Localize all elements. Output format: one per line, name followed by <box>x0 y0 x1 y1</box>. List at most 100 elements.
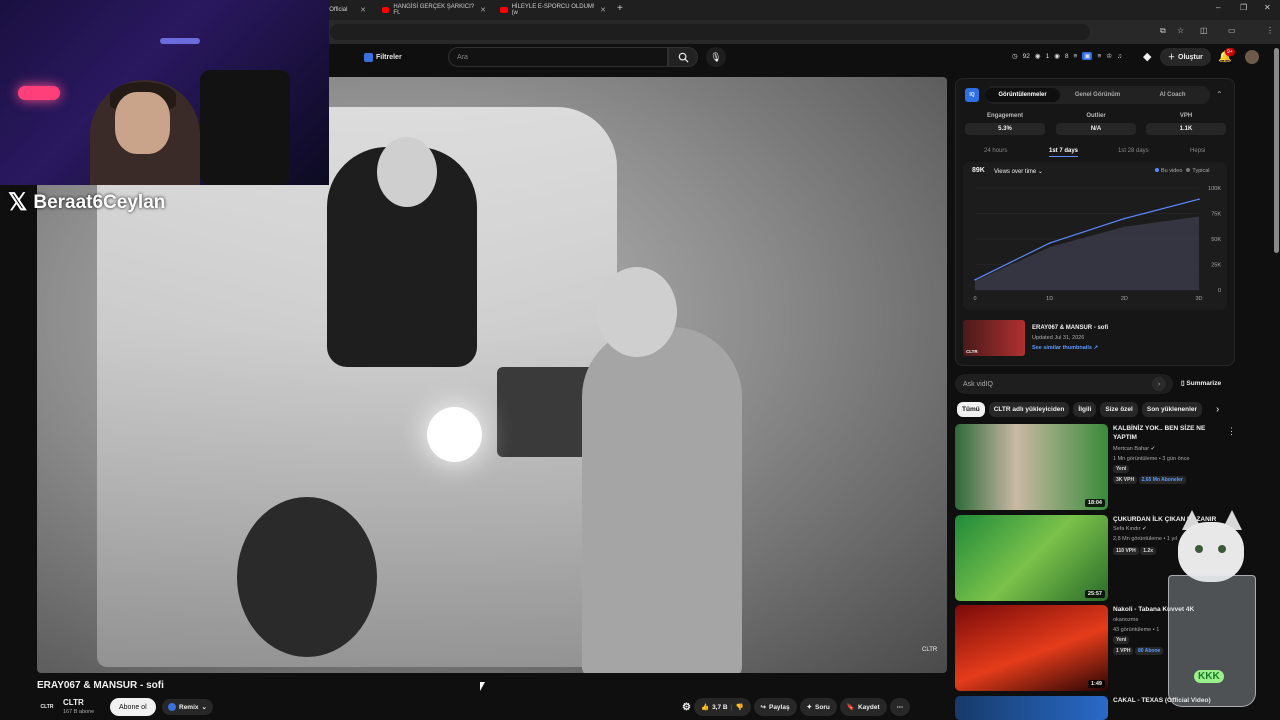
collapse-icon[interactable]: ⌃ <box>1216 90 1223 99</box>
filters-button[interactable]: Filtreler <box>364 50 402 64</box>
search-button[interactable] <box>668 47 698 67</box>
extensions-icon[interactable]: ◫ <box>1200 26 1208 35</box>
series-point <box>1198 198 1200 201</box>
person-head <box>597 267 677 357</box>
video-thumbnail-mini[interactable]: CLTR <box>963 320 1025 356</box>
like-button[interactable]: 👍 3,7 B | 👎 <box>693 698 751 716</box>
suggestion-thumbnail[interactable] <box>955 696 1108 720</box>
streamer-face <box>115 92 170 154</box>
maximize-button[interactable]: ❐ <box>1240 3 1247 12</box>
timer-icon: ◷ <box>1012 53 1018 60</box>
ask-vidiq-input[interactable]: Ask vidIQ <box>955 374 1173 394</box>
send-icon[interactable]: › <box>1152 377 1166 391</box>
legend-label: Bu video <box>1161 168 1183 174</box>
suggestion-meta: 2,8 Mn görüntüleme • 1 yıl <box>1113 536 1177 542</box>
channel-logo[interactable]: CLTR <box>37 700 57 714</box>
scrollbar[interactable] <box>1274 48 1279 253</box>
new-badge: Yeni <box>1113 465 1130 473</box>
vidiq-stats[interactable]: ◷ 92 ◉ 1 ◉ 8 ≡ ▣ ≡ ♔ ♫ <box>1012 52 1122 60</box>
browser-tab[interactable]: HANGİSİ GERÇEK ŞARKICI? Ft. ✕ <box>376 2 492 18</box>
close-window-button[interactable]: ✕ <box>1264 3 1271 12</box>
tab-ai-coach[interactable]: AI Coach <box>1135 92 1210 98</box>
gem-icon[interactable]: ◆ <box>1143 50 1151 63</box>
close-icon[interactable]: ✕ <box>600 6 606 14</box>
external-link-icon: ↗ <box>1093 345 1099 351</box>
filter-lines-icon[interactable]: ≡ <box>1097 53 1101 60</box>
range-7d[interactable]: 1st 7 days <box>1049 148 1079 157</box>
tab-overview[interactable]: Genel Görünüm <box>1060 92 1135 98</box>
new-tab-button[interactable]: + <box>617 3 623 14</box>
chip-all[interactable]: Tümü <box>957 402 985 417</box>
series-area-typical <box>975 216 1199 290</box>
bell-small-icon[interactable]: ♫ <box>1117 53 1122 60</box>
list-icon[interactable]: ≡ <box>1074 53 1078 60</box>
chip-related[interactable]: İlgili <box>1073 402 1097 417</box>
suggestion-channel[interactable]: Mertcan Bahar ✔ <box>1113 446 1155 452</box>
trophy-icon[interactable]: ♔ <box>1106 52 1112 60</box>
install-icon[interactable]: ⧉ <box>1160 26 1166 36</box>
stat-value: 1 <box>1045 52 1050 60</box>
similar-link-label: See similar thumbnails <box>1032 345 1092 351</box>
close-icon[interactable]: ✕ <box>360 6 366 14</box>
subscribe-button[interactable]: Abone ol <box>110 698 156 716</box>
similar-thumbnails-link[interactable]: See similar thumbnails ↗ <box>1032 345 1098 351</box>
range-all[interactable]: Hepsi <box>1190 148 1205 154</box>
vidiq-action-icon[interactable]: ⚙ <box>682 702 691 713</box>
share-button[interactable]: ↪ Paylaş <box>753 698 797 716</box>
suggestion-thumbnail[interactable]: 18:04 <box>955 424 1108 510</box>
book-icon: ▯ <box>1181 380 1185 387</box>
chart-dropdown[interactable]: Views over time ⌄ <box>994 168 1043 175</box>
suggestion-tags: 1 VPH 80 Abone <box>1113 647 1164 655</box>
gaming-chair <box>200 70 290 185</box>
metric-value: N/A <box>1056 123 1136 135</box>
chevron-right-icon[interactable]: › <box>1216 404 1219 415</box>
suggestion-channel[interactable]: okanozme <box>1113 617 1138 623</box>
x-logo-icon: 𝕏 <box>8 189 28 216</box>
vidiq-video-title: ERAY067 & MANSUR - sofi <box>1032 325 1109 331</box>
save-label: Kaydet <box>857 703 880 711</box>
thumbs-down-icon[interactable]: 👎 <box>735 703 743 711</box>
verified-icon: ✔ <box>1142 526 1147 532</box>
menu-dots-icon[interactable]: ⋮ <box>1266 26 1274 35</box>
avatar[interactable] <box>1245 50 1259 64</box>
chip-from-uploader[interactable]: CLTR adlı yükleyiciden <box>988 402 1070 417</box>
chip-for-you[interactable]: Size özel <box>1100 402 1138 417</box>
summarize-button[interactable]: ▯ Summarize <box>1181 379 1221 387</box>
more-vert-icon[interactable]: ⋮ <box>1227 426 1236 437</box>
ask-button[interactable]: ✦ Soru <box>799 698 837 716</box>
video-duration: 18:04 <box>1084 499 1105 507</box>
chip-recent[interactable]: Son yüklenenler <box>1141 402 1203 417</box>
webcam-overlay <box>0 0 329 185</box>
search-input[interactable]: Ara <box>448 47 668 67</box>
star-icon[interactable]: ☆ <box>1177 26 1184 35</box>
range-28d[interactable]: 1st 28 days <box>1118 148 1149 154</box>
legend-item: Typical <box>1186 168 1210 174</box>
suggestion-channel[interactable]: Sefa Kındır ✔ <box>1113 526 1147 532</box>
chart-y-tick: 50K <box>1211 237 1221 243</box>
voice-search-button[interactable]: 🎙 <box>706 47 726 67</box>
cat-eye <box>1218 545 1226 553</box>
more-button[interactable]: ⋯ <box>889 698 911 716</box>
tab-views[interactable]: Görüntülenmeler <box>985 88 1060 102</box>
browser-tab[interactable]: HİLEYLE E-SPORCU OLDUM!(w ✕ <box>494 2 612 18</box>
create-button[interactable]: ＋ Oluştur <box>1160 48 1211 66</box>
wall-light <box>160 38 200 44</box>
suggestion-thumbnail[interactable]: 1:49 <box>955 605 1108 691</box>
cup-overlay <box>1168 575 1256 707</box>
range-24h[interactable]: 24 hours <box>984 148 1007 154</box>
metric-value: 5.3% <box>965 123 1045 135</box>
close-icon[interactable]: ✕ <box>480 6 486 14</box>
channel-name[interactable]: CLTR <box>63 698 84 707</box>
summarize-label: Summarize <box>1186 380 1222 387</box>
minimize-button[interactable]: – <box>1216 3 1220 12</box>
suggestion-title[interactable]: KALBİNİZ YOK.. BEN SİZE NE YAPTIM <box>1113 424 1225 442</box>
save-button[interactable]: 🔖 Kaydet <box>839 698 887 716</box>
person-standing <box>582 327 742 673</box>
legend-label: Typical <box>1192 168 1210 174</box>
remix-button[interactable]: Remix ⌄ <box>162 699 213 715</box>
suggestion-thumbnail[interactable]: 25:57 <box>955 515 1108 601</box>
cast-icon[interactable]: ▭ <box>1228 26 1236 35</box>
more-icon: ⋯ <box>896 704 904 711</box>
address-bar[interactable] <box>330 24 1090 40</box>
vidiq-icon[interactable]: ▣ <box>1082 52 1093 60</box>
